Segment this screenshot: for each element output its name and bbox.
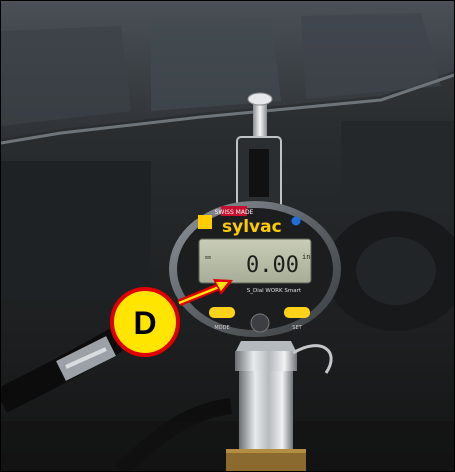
brand-logo-icon — [198, 215, 212, 229]
set-button-label: SET — [292, 325, 302, 331]
brand-name: sylvac — [222, 217, 282, 237]
engine-part — [356, 237, 436, 305]
photo-frame: SWISS MADE sylvac 0.00 in mm S_Dial WORK… — [0, 0, 455, 472]
mode-button-label: MODE — [214, 325, 229, 331]
lcd-indicator-marks: mm — [205, 255, 211, 261]
callout-letter: D — [133, 305, 156, 341]
bluetooth-icon — [291, 216, 301, 226]
set-button[interactable] — [284, 307, 310, 318]
photo: SWISS MADE sylvac 0.00 in mm S_Dial WORK… — [1, 1, 454, 471]
stand-clamp — [235, 351, 297, 371]
stem-window — [249, 149, 269, 197]
plunger-cap — [247, 92, 273, 106]
stand-base-edge — [226, 449, 306, 453]
model-label: S_Dial WORK Smart — [247, 288, 302, 294]
lcd-unit: in — [302, 253, 310, 261]
swiss-made-text: SWISS MADE — [215, 209, 254, 216]
mode-button[interactable] — [209, 307, 235, 318]
engine-part — [341, 121, 454, 201]
hood-rib — [1, 26, 131, 126]
center-button[interactable] — [250, 313, 270, 333]
engine-part — [1, 161, 151, 301]
lcd-reading: 0.00 — [246, 253, 299, 278]
